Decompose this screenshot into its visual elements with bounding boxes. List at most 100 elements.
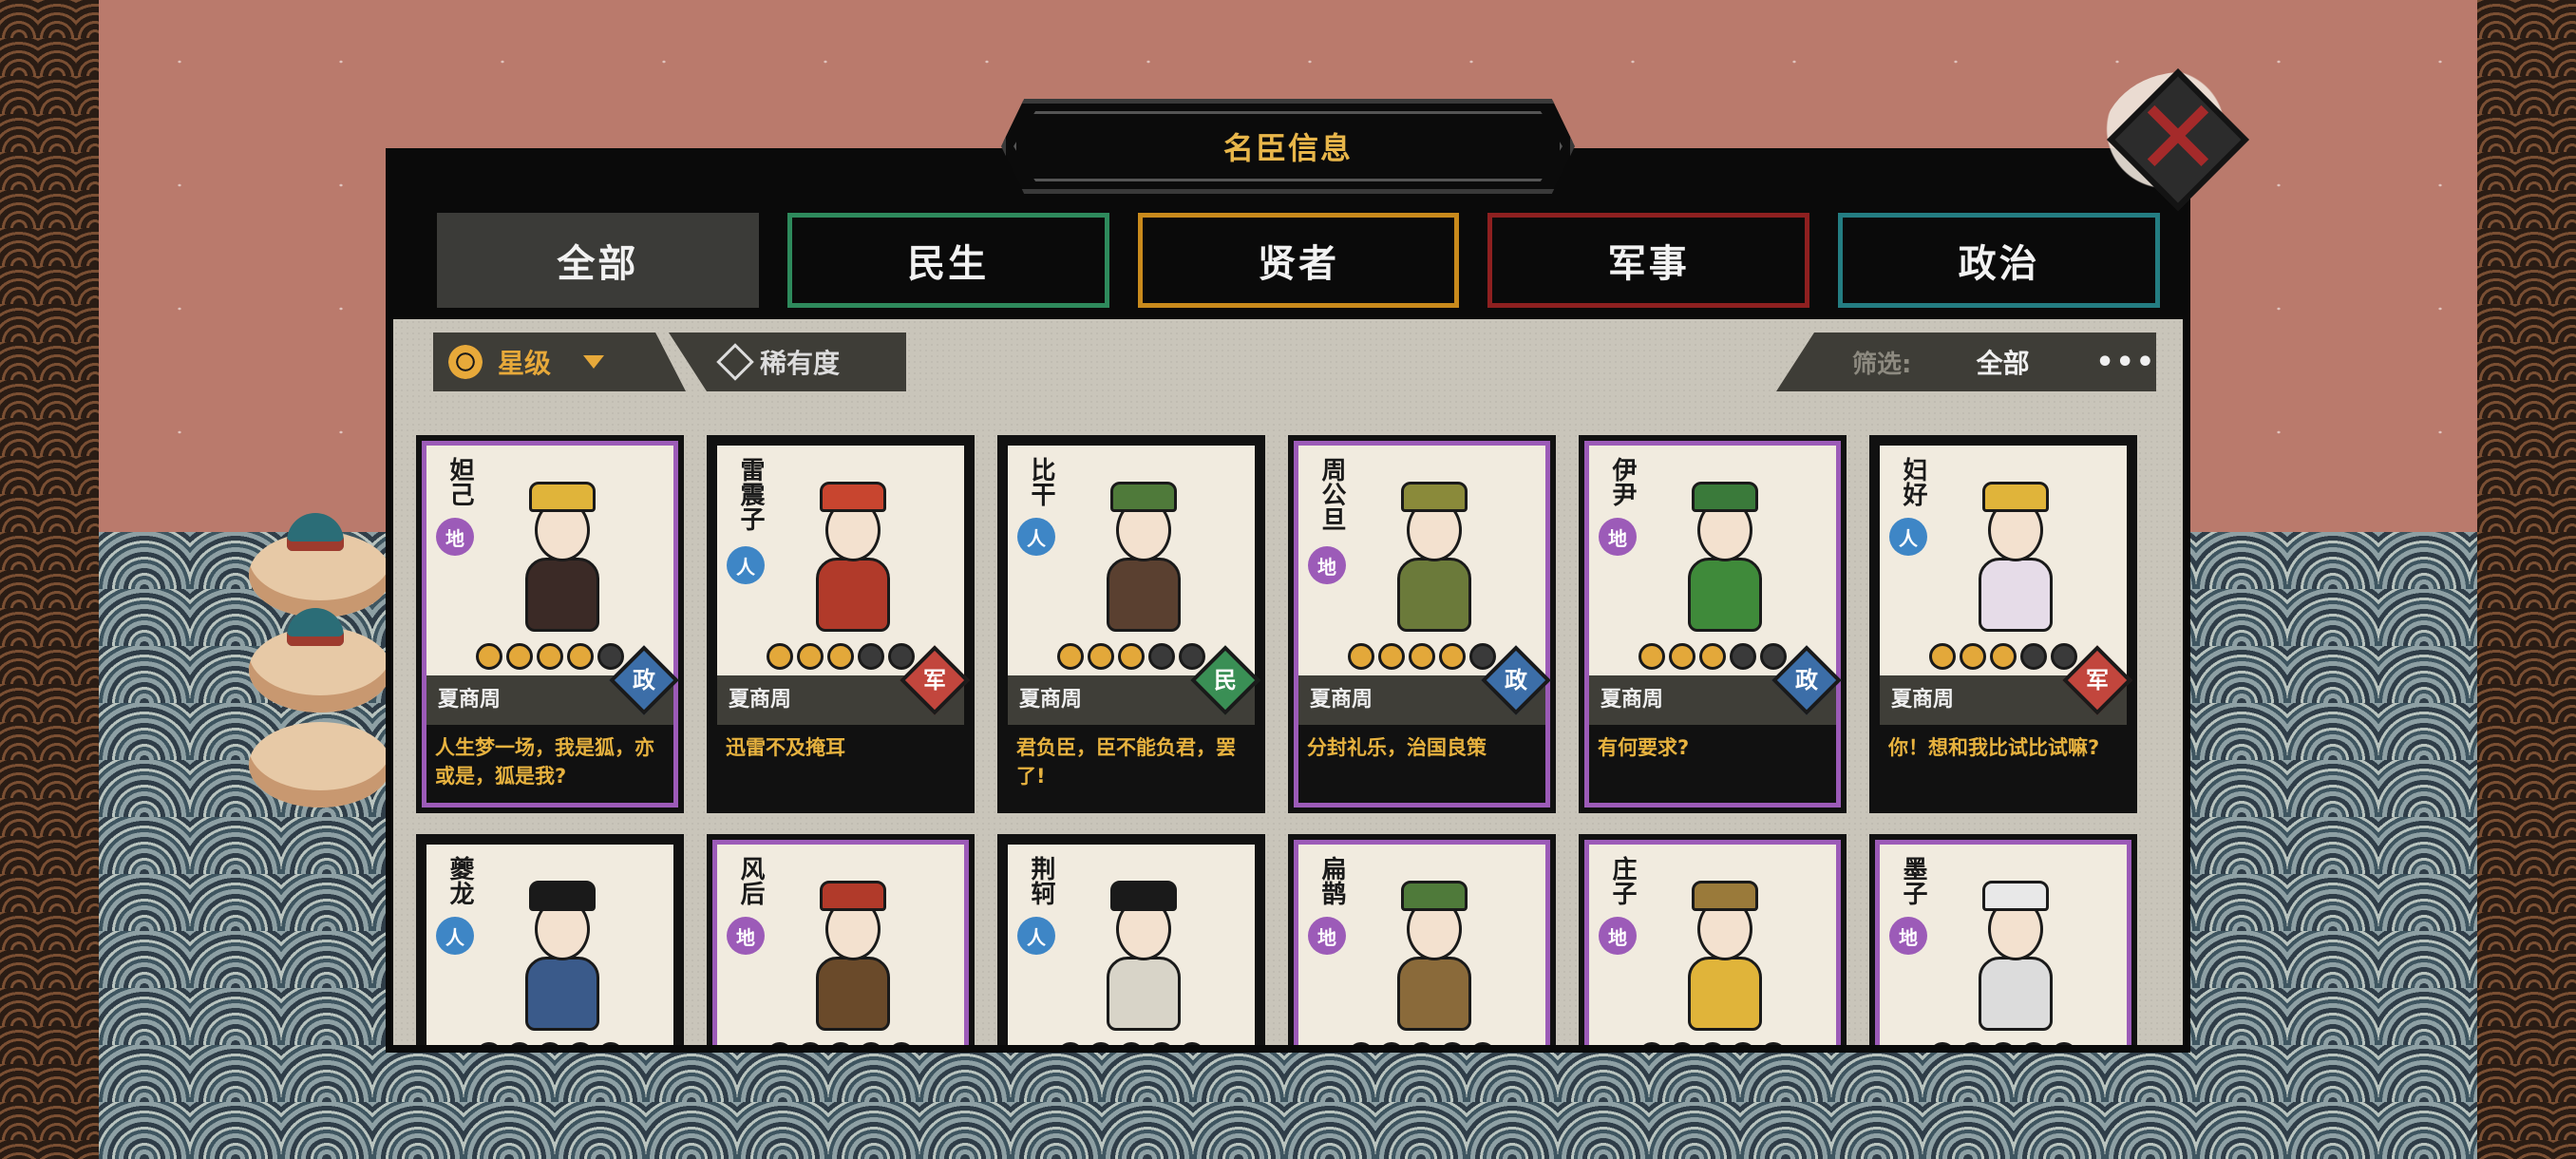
star-icon bbox=[1638, 1042, 1665, 1045]
star-icon bbox=[506, 1042, 533, 1045]
card-portrait-area: 雷震子人 bbox=[717, 446, 964, 675]
star-icon bbox=[1439, 643, 1466, 670]
star-icon bbox=[567, 643, 594, 670]
card-portrait-area: 荆轲人 bbox=[1008, 845, 1255, 1045]
star-icon bbox=[1638, 643, 1665, 670]
minister-card[interactable]: 夔龙人 bbox=[416, 834, 684, 1045]
minister-quote: 你！想和我比试比试嘛? bbox=[1888, 736, 2100, 759]
filter-label: 筛选: bbox=[1852, 350, 1912, 379]
star-rating bbox=[1298, 1042, 1545, 1045]
filter-dropdown[interactable]: 全部 bbox=[1977, 343, 2083, 381]
star-icon bbox=[1669, 643, 1695, 670]
star-icon bbox=[537, 643, 563, 670]
star-icon bbox=[1760, 643, 1787, 670]
star-icon bbox=[1348, 1042, 1374, 1045]
star-icon bbox=[597, 643, 624, 670]
minister-card[interactable]: 墨子地 bbox=[1869, 834, 2137, 1045]
minister-name: 风后 bbox=[736, 856, 765, 905]
star-icon bbox=[767, 1042, 793, 1045]
tier-badge: 地 bbox=[1599, 518, 1637, 556]
card-portrait-area: 妲己地 bbox=[426, 446, 673, 675]
diamond-icon bbox=[716, 343, 754, 381]
star-icon bbox=[567, 1042, 594, 1045]
tier-badge: 地 bbox=[436, 518, 474, 556]
star-icon bbox=[1057, 1042, 1084, 1045]
star-icon bbox=[1760, 1042, 1787, 1045]
category-label: 政 bbox=[1505, 667, 1527, 694]
star-icon bbox=[1469, 643, 1496, 670]
minister-name: 伊尹 bbox=[1608, 457, 1637, 506]
card-portrait-area: 风后地 bbox=[717, 845, 964, 1045]
category-label: 政 bbox=[1795, 667, 1818, 694]
star-icon bbox=[797, 643, 824, 670]
minister-quote: 分封礼乐，治国良策 bbox=[1307, 736, 1487, 759]
tier-badge: 人 bbox=[1889, 518, 1927, 556]
floating-island bbox=[249, 722, 391, 808]
card-portrait-area: 妇好人 bbox=[1880, 446, 2127, 675]
minister-card[interactable]: 庄子地 bbox=[1579, 834, 1847, 1045]
category-label: 民 bbox=[1214, 667, 1237, 694]
star-icon bbox=[1148, 643, 1175, 670]
minister-card[interactable]: 妇好人夏商周军你！想和我比试比试嘛? bbox=[1869, 435, 2137, 813]
star-icon bbox=[1179, 1042, 1205, 1045]
star-icon bbox=[537, 1042, 563, 1045]
minister-card[interactable]: 雷震子人夏商周军迅雷不及掩耳 bbox=[707, 435, 975, 813]
category-label: 军 bbox=[2086, 667, 2109, 694]
minister-portrait bbox=[1373, 478, 1496, 639]
close-button[interactable]: ✕ bbox=[2101, 68, 2263, 215]
minister-card[interactable]: 风后地 bbox=[707, 834, 975, 1045]
tier-badge: 地 bbox=[1889, 917, 1927, 955]
star-icon bbox=[2051, 1042, 2077, 1045]
star-icon bbox=[888, 1042, 915, 1045]
star-rating bbox=[426, 1042, 673, 1045]
tab-3[interactable]: 军事 bbox=[1487, 213, 1810, 308]
title-plate: 名臣信息 bbox=[1001, 99, 1575, 194]
tier-badge: 地 bbox=[1599, 917, 1637, 955]
star-icon bbox=[1699, 1042, 1726, 1045]
tab-4[interactable]: 政治 bbox=[1838, 213, 2160, 308]
tab-2[interactable]: 贤者 bbox=[1137, 213, 1460, 308]
star-icon bbox=[2020, 643, 2047, 670]
star-icon bbox=[1929, 643, 1956, 670]
star-icon bbox=[1960, 643, 1986, 670]
minister-portrait bbox=[1954, 877, 2077, 1038]
minister-quote: 迅雷不及掩耳 bbox=[726, 736, 845, 759]
star-icon bbox=[1148, 1042, 1175, 1045]
tier-badge: 人 bbox=[1017, 917, 1055, 955]
minister-name: 荆轲 bbox=[1027, 856, 1055, 905]
minister-name: 夔龙 bbox=[445, 856, 474, 905]
star-icon bbox=[797, 1042, 824, 1045]
minister-name: 比干 bbox=[1027, 457, 1055, 506]
minister-portrait bbox=[501, 478, 624, 639]
star-icon bbox=[1409, 643, 1435, 670]
card-portrait-area: 比干人 bbox=[1008, 446, 1255, 675]
close-icon: ✕ bbox=[2133, 77, 2223, 199]
minister-portrait bbox=[1373, 877, 1496, 1038]
star-icon bbox=[1179, 643, 1205, 670]
star-rating bbox=[717, 1042, 964, 1045]
star-icon bbox=[858, 1042, 884, 1045]
minister-card[interactable]: 妲己地夏商周政人生梦一场，我是狐，亦或是，狐是我? bbox=[416, 435, 684, 813]
minister-card[interactable]: 伊尹地夏商周政有何要求? bbox=[1579, 435, 1847, 813]
star-icon bbox=[1990, 643, 2017, 670]
star-icon bbox=[1118, 643, 1145, 670]
tab-1[interactable]: 民生 bbox=[786, 213, 1109, 308]
minister-portrait bbox=[791, 478, 915, 639]
minister-name: 雷震子 bbox=[736, 457, 765, 531]
sort-by-rarity-button[interactable]: 稀有度 bbox=[669, 332, 906, 391]
card-portrait-area: 扁鹊地 bbox=[1298, 845, 1545, 1045]
minister-name: 墨子 bbox=[1899, 856, 1927, 905]
star-icon bbox=[1730, 643, 1756, 670]
star-icon bbox=[1990, 1042, 2017, 1045]
minister-card[interactable]: 扁鹊地 bbox=[1288, 834, 1556, 1045]
star-icon bbox=[1378, 1042, 1405, 1045]
star-icon bbox=[888, 643, 915, 670]
minister-card[interactable]: 荆轲人 bbox=[997, 834, 1265, 1045]
star-icon bbox=[1118, 1042, 1145, 1045]
more-options-icon[interactable]: ••• bbox=[2095, 346, 2156, 379]
sort-by-star-button[interactable]: 星级 bbox=[433, 332, 686, 391]
minister-card[interactable]: 比干人夏商周民君负臣，臣不能负君，罢了! bbox=[997, 435, 1265, 813]
star-rating bbox=[1589, 1042, 1836, 1045]
tab-0[interactable]: 全部 bbox=[437, 213, 759, 308]
minister-card[interactable]: 周公旦地夏商周政分封礼乐，治国良策 bbox=[1288, 435, 1556, 813]
